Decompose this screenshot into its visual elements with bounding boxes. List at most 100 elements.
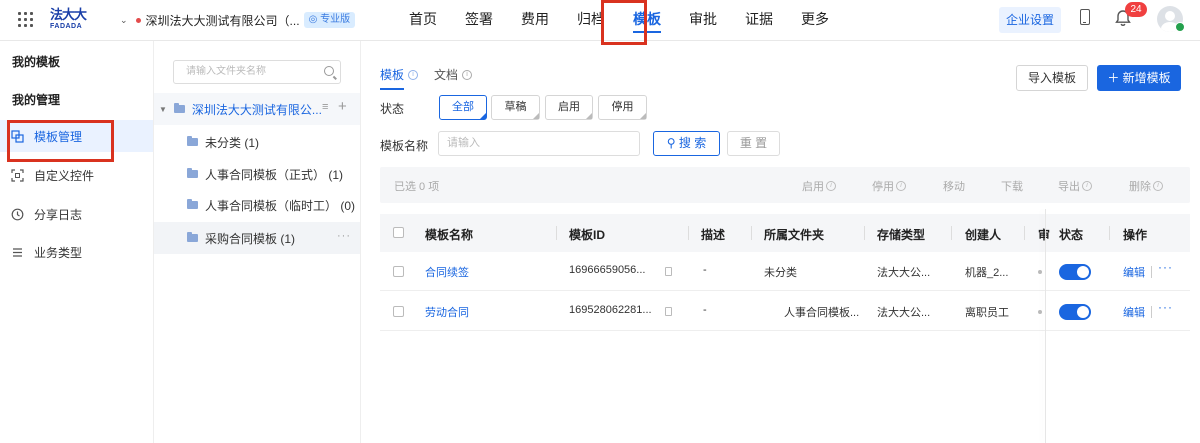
tab-label: 模板 [380,68,405,82]
nav-more[interactable]: 更多 [787,0,843,41]
company-name: 深圳法大大测试有限公司（... [145,13,300,28]
highlight-box-nav [601,0,647,45]
status-toggle[interactable] [1059,304,1091,320]
th-status: 状态 [1059,228,1084,242]
shared-folder-icon [187,199,198,209]
bulk-delete-button[interactable]: 删除 i [1129,178,1163,194]
info-icon: i [826,181,836,191]
more-options-icon[interactable]: ··· [337,230,351,242]
th-id: 模板ID [569,228,606,242]
select-all-checkbox[interactable] [393,227,404,238]
nav-home[interactable]: 首页 [395,0,451,41]
tabs: 模板 i 文档 i [380,66,488,83]
folder-root-label: 深圳法大大测试有限公... [191,102,322,117]
status-chip-enabled[interactable]: 启用 [545,95,593,120]
tab-label: 文档 [434,68,459,82]
nav-approval[interactable]: 审批 [675,0,731,41]
nav-fees[interactable]: 费用 [507,0,563,41]
template-id: 169528062281... [569,304,652,316]
sidebar-section-my-templates[interactable]: 我的模板 [12,53,60,70]
table-row: 合同续签 16966659056... - 未分类 法大大公... 机器_2..… [380,252,1190,291]
folder-item[interactable]: 未分类 (1) [154,126,360,158]
th-approval: 审 [1038,228,1051,242]
app-grid-icon[interactable] [18,12,33,27]
folder-search-input[interactable]: 请输入文件夹名称 [173,60,341,84]
template-name-link[interactable]: 合同续签 [425,264,469,280]
caret-down-icon[interactable]: ▼ [159,105,167,114]
folder-item[interactable]: 人事合同模板（临时工） (0) [154,189,360,221]
sidebar: 我的模板 我的管理 模板管理 自定义控件 分享日志 业务类型 [0,41,154,443]
enterprise-settings-button[interactable]: 企业设置 [999,7,1061,33]
chip-label: 停用 [611,101,634,113]
bulk-move-button[interactable]: 移动 [943,178,965,194]
selected-count: 已选 0 项 [394,181,440,193]
folder-item[interactable]: 采购合同模板 (1) ··· [154,222,360,254]
th-storage: 存储类型 [877,228,926,242]
bulk-label: 导出 [1058,181,1080,193]
sidebar-item-label: 自定义控件 [34,168,95,183]
folder-item[interactable]: 人事合同模板（正式） (1) [154,158,360,190]
template-storage: 法大大公... [877,307,931,319]
add-folder-icon[interactable]: + [338,98,347,115]
info-icon[interactable]: i [408,69,419,80]
status-toggle[interactable] [1059,264,1091,280]
mobile-icon[interactable] [1080,9,1090,25]
chip-label: 全部 [452,101,474,113]
new-template-button[interactable]: ＋ 新增模板 [1097,65,1181,91]
sidebar-item-share-log[interactable]: 分享日志 [0,198,153,230]
table-row: 劳动合同 169528062281... - 人事合同模板... 法大大公...… [380,292,1190,331]
sort-icon[interactable]: ≡ [322,101,328,113]
sidebar-item-custom-controls[interactable]: 自定义控件 [0,159,153,191]
company-switcher[interactable]: ⌄ 深圳法大大测试有限公司（... ◎ 专业版 [120,11,356,29]
approval-status-dot-icon [1038,270,1042,274]
folder-panel: 请输入文件夹名称 ▼ 深圳法大大测试有限公... ≡ + 未分类 (1) 人事合… [154,41,361,443]
info-icon[interactable]: i [462,69,473,80]
sidebar-item-business-type[interactable]: 业务类型 [0,236,153,268]
copy-icon[interactable] [665,307,672,316]
more-actions-icon[interactable]: ··· [1158,260,1173,274]
folder-root[interactable]: ▼ 深圳法大大测试有限公... ≡ + [154,93,360,125]
status-chip-all[interactable]: 全部 [439,95,487,120]
edition-badge: ◎ 专业版 [303,12,356,28]
th-creator: 创建人 [965,228,1002,242]
reset-button[interactable]: 重 置 [727,131,780,156]
th-actions: 操作 [1123,228,1148,242]
bulk-export-button[interactable]: 导出 i [1058,178,1092,194]
bulk-disable-button[interactable]: 停用 i [872,178,906,194]
edit-button[interactable]: 编辑 [1123,264,1145,280]
row-checkbox[interactable] [393,306,404,317]
status-chip-disabled[interactable]: 停用 [598,95,647,120]
sidebar-item-label: 分享日志 [34,207,83,222]
verified-check-icon [1175,22,1185,32]
fadada-logo[interactable]: 法大大 FADADA [50,7,90,33]
template-name-link[interactable]: 劳动合同 [425,304,469,320]
status-filter-label: 状态 [380,102,405,116]
tab-templates[interactable]: 模板 i [380,66,419,83]
more-actions-icon[interactable]: ··· [1158,300,1173,314]
copy-icon[interactable] [665,267,672,276]
status-dot-icon [135,17,141,23]
row-checkbox[interactable] [393,266,404,277]
input-placeholder: 请输入 [447,137,480,149]
th-desc: 描述 [701,228,726,242]
chip-label: 启用 [558,101,580,113]
folder-icon [187,168,198,178]
template-name-input[interactable]: 请输入 [438,131,640,156]
nav-evidence[interactable]: 证据 [731,0,787,41]
edit-button[interactable]: 编辑 [1123,304,1145,320]
search-icon[interactable] [324,66,334,76]
import-template-button[interactable]: 导入模板 [1016,65,1088,91]
search-button[interactable]: ⚲ 搜 索 [653,131,720,156]
template-name-label: 模板名称 [380,139,429,153]
folder-icon [173,103,185,113]
bulk-label: 停用 [872,181,894,193]
bulk-download-button[interactable]: 下载 [1001,178,1023,194]
status-chip-draft[interactable]: 草稿 [491,95,540,120]
bulk-enable-button[interactable]: 启用 i [802,178,836,194]
folder-item-label: 人事合同模板（正式） (1) [205,167,344,182]
edition-badge-label: 专业版 [320,14,351,25]
nav-sign[interactable]: 签署 [451,0,507,41]
tab-documents[interactable]: 文档 i [434,66,473,83]
info-icon: i [1153,181,1163,191]
template-id: 16966659056... [569,264,646,276]
